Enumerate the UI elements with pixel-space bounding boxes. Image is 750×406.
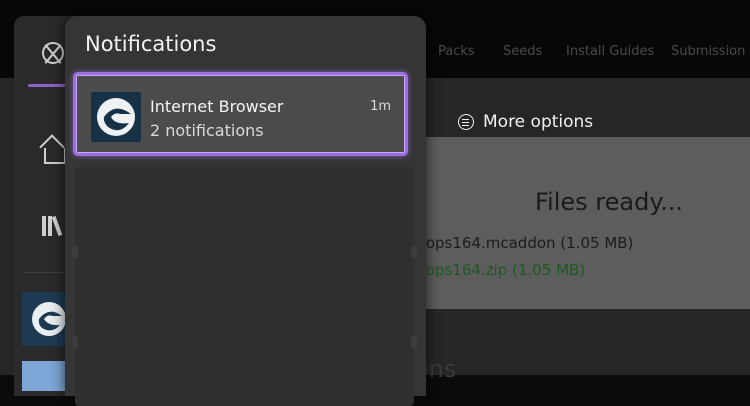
home-icon[interactable] [44,148,66,164]
file-link-zip[interactable]: rops164.zip (1.05 MB) [420,261,585,279]
notification-item-internet-browser[interactable]: Internet Browser 2 notifications 1m [73,72,408,156]
notifications-title: Notifications [85,32,217,56]
nav-item-submission[interactable]: Submission [671,44,745,59]
file-link-mcaddon[interactable]: rops164.mcaddon (1.05 MB) [420,234,633,252]
nav-item-seeds[interactable]: Seeds [503,44,542,59]
panel-notch [411,336,417,348]
notifications-empty-area [72,166,417,406]
library-icon[interactable] [42,215,66,237]
files-ready-panel [406,137,750,309]
notification-app-name: Internet Browser [150,97,284,116]
edge-browser-icon [91,92,141,142]
menu-list-icon [458,114,474,130]
more-options-label: More options [483,112,594,132]
notification-time: 1m [370,99,391,114]
nav-item-install-guides[interactable]: Install Guides [566,44,654,59]
notifications-panel: Notifications Internet Browser 2 notific… [65,16,426,406]
more-options-button[interactable]: More options [458,112,593,132]
nav-item-packs[interactable]: Packs [438,44,475,59]
panel-notch [411,246,417,258]
notification-count: 2 notifications [150,121,264,140]
panel-notch [72,336,78,348]
files-ready-title: Files ready... [535,188,684,216]
xbox-logo-icon[interactable] [42,42,64,64]
panel-notch [72,246,78,258]
